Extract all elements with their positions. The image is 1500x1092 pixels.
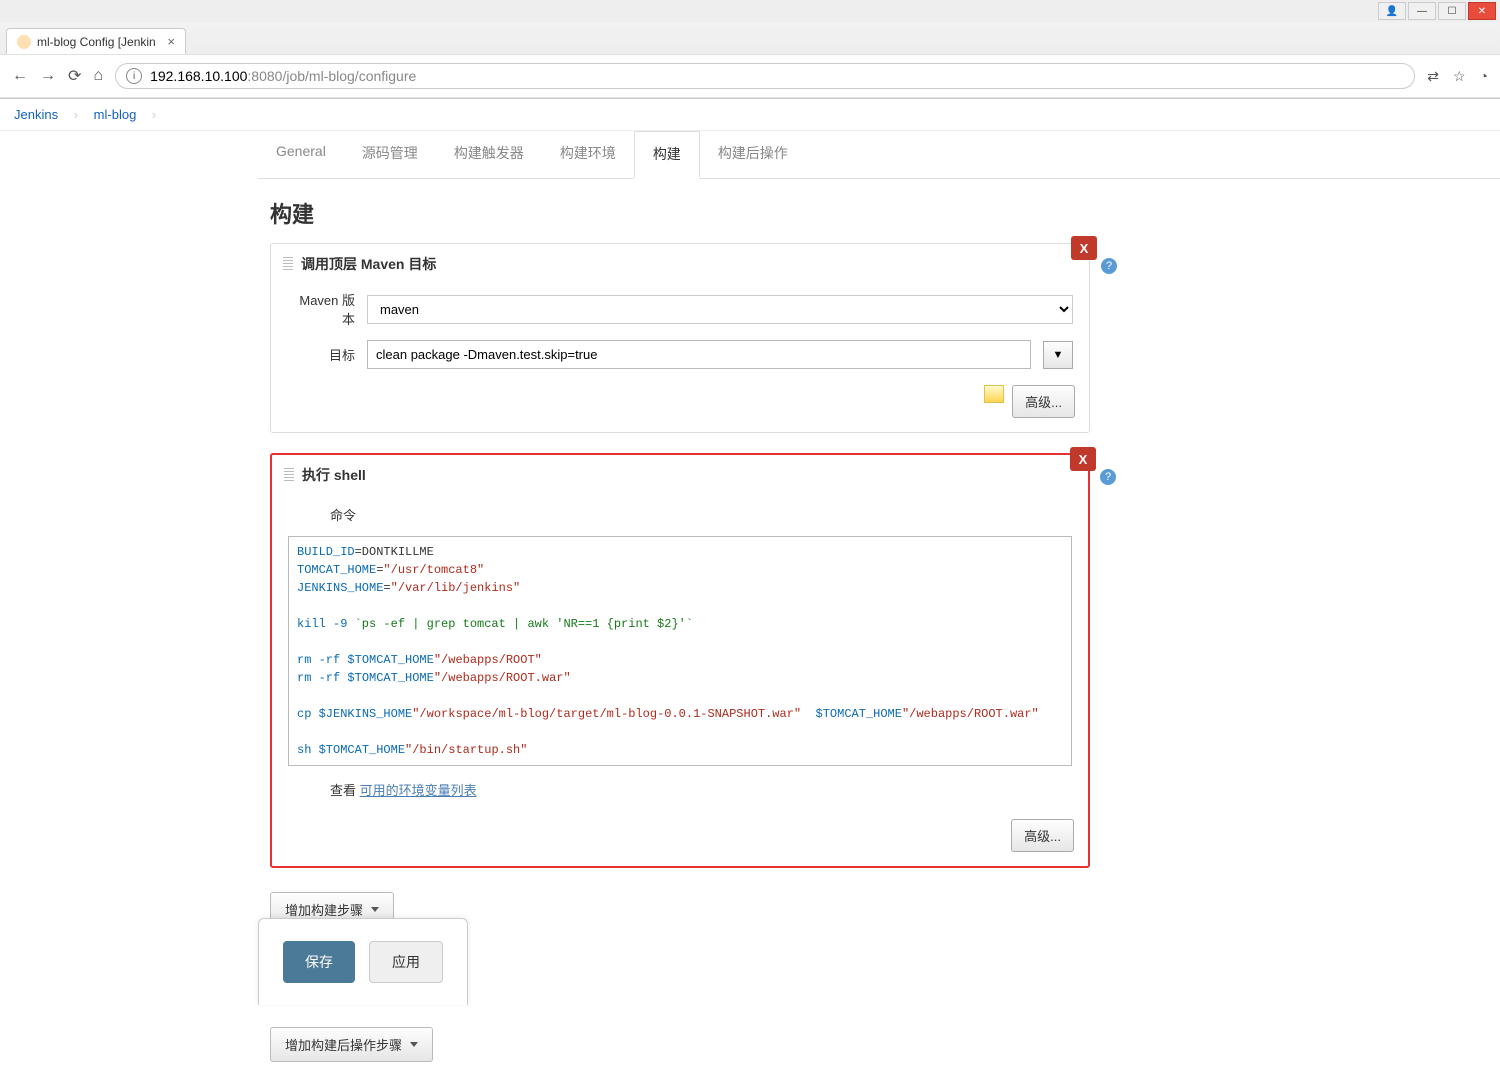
window-close-button[interactable]: ✕ — [1468, 2, 1496, 20]
jenkins-favicon-icon — [17, 35, 31, 49]
maven-version-label: Maven 版本 — [287, 290, 367, 328]
maven-goals-expand-button[interactable]: ▼ — [1043, 341, 1073, 369]
build-section-title: 构建 — [258, 179, 1500, 243]
breadcrumb-root[interactable]: Jenkins — [14, 107, 58, 122]
window-user-icon[interactable]: 👤 — [1378, 2, 1406, 20]
shell-block-title: 执行 shell — [302, 465, 366, 485]
shell-command-textarea[interactable]: BUILD_ID=DONTKILLME TOMCAT_HOME="/usr/to… — [288, 536, 1072, 766]
url-path: :8080/job/ml-blog/configure — [247, 68, 416, 84]
browser-nav-bar: ← → ⟳ ⌂ i 192.168.10.100:8080/job/ml-blo… — [0, 54, 1500, 98]
maven-block-header[interactable]: 调用顶层 Maven 目标 — [271, 244, 1089, 284]
delete-shell-step-button[interactable]: X — [1070, 447, 1096, 471]
delete-maven-step-button[interactable]: X — [1071, 236, 1097, 260]
add-post-step-button[interactable]: 增加构建后操作步骤 — [270, 1027, 433, 1062]
window-minimize-button[interactable]: — — [1408, 2, 1436, 20]
env-vars-prefix: 查看 — [330, 783, 360, 798]
browser-tab-title: ml-blog Config [Jenkin — [37, 35, 156, 49]
breadcrumb-sep-icon: › — [152, 107, 156, 122]
env-vars-link[interactable]: 可用的环境变量列表 — [360, 783, 477, 798]
browser-chrome: 👤 — ☐ ✕ ml-blog Config [Jenkin × ← → ⟳ ⌂… — [0, 0, 1500, 99]
maven-goals-input[interactable] — [367, 340, 1031, 369]
note-icon[interactable] — [984, 385, 1004, 403]
extension-icon[interactable]: ◔ — [1480, 68, 1488, 85]
bookmark-star-icon[interactable]: ☆ — [1453, 68, 1466, 85]
caret-down-icon — [371, 907, 379, 912]
maven-goals-label: 目标 — [287, 345, 367, 364]
drag-handle-icon[interactable] — [284, 468, 294, 482]
config-tabs: General 源码管理 构建触发器 构建环境 构建 构建后操作 — [258, 131, 1500, 179]
shell-command-label: 命令 — [288, 501, 368, 524]
site-info-icon[interactable]: i — [126, 68, 142, 84]
add-build-step-label: 增加构建步骤 — [285, 900, 363, 919]
translate-icon[interactable]: ⇄ — [1427, 68, 1439, 85]
sticky-footer: 保存 应用 — [258, 918, 468, 1005]
drag-handle-icon[interactable] — [283, 257, 293, 271]
apply-button[interactable]: 应用 — [369, 941, 443, 983]
maven-block-title: 调用顶层 Maven 目标 — [301, 254, 436, 274]
nav-home-icon[interactable]: ⌂ — [93, 67, 103, 85]
url-host: 192.168.10.100 — [150, 68, 247, 84]
tab-build[interactable]: 构建 — [634, 131, 700, 179]
shell-advanced-button[interactable]: 高级... — [1011, 819, 1074, 852]
tab-post[interactable]: 构建后操作 — [700, 131, 806, 178]
nav-right-icons: ⇄ ☆ ◔ — [1427, 68, 1488, 85]
breadcrumb-sep-icon: › — [74, 107, 78, 122]
left-sidebar-spacer — [0, 131, 258, 1092]
tab-scm[interactable]: 源码管理 — [344, 131, 436, 178]
maven-build-step: X ? 调用顶层 Maven 目标 Maven 版本 maven 目标 ▼ 高级… — [270, 243, 1090, 433]
nav-back-icon[interactable]: ← — [12, 67, 28, 85]
nav-reload-icon[interactable]: ⟳ — [68, 66, 81, 86]
tab-triggers[interactable]: 构建触发器 — [436, 131, 542, 178]
window-controls: 👤 — ☐ ✕ — [0, 0, 1500, 22]
shell-build-step: X ? 执行 shell 命令 BUILD_ID=DONTKILLME TOMC… — [270, 453, 1090, 868]
window-maximize-button[interactable]: ☐ — [1438, 2, 1466, 20]
tab-strip: ml-blog Config [Jenkin × — [0, 22, 1500, 54]
maven-version-select[interactable]: maven — [367, 295, 1073, 324]
env-vars-link-row: 查看 可用的环境变量列表 — [272, 776, 1088, 809]
add-post-step-label: 增加构建后操作步骤 — [285, 1035, 402, 1054]
tab-close-icon[interactable]: × — [167, 34, 175, 49]
help-icon[interactable]: ? — [1101, 258, 1117, 274]
tab-general[interactable]: General — [258, 131, 344, 178]
browser-tab[interactable]: ml-blog Config [Jenkin × — [6, 28, 186, 54]
nav-forward-icon[interactable]: → — [40, 67, 56, 85]
shell-block-header[interactable]: 执行 shell — [272, 455, 1088, 495]
breadcrumb: Jenkins › ml-blog › — [0, 99, 1500, 131]
url-bar[interactable]: i 192.168.10.100:8080/job/ml-blog/config… — [115, 63, 1415, 89]
help-icon[interactable]: ? — [1100, 469, 1116, 485]
save-button[interactable]: 保存 — [283, 941, 355, 983]
maven-advanced-button[interactable]: 高级... — [1012, 385, 1075, 418]
caret-down-icon — [410, 1042, 418, 1047]
breadcrumb-job[interactable]: ml-blog — [94, 107, 137, 122]
content-area: General 源码管理 构建触发器 构建环境 构建 构建后操作 构建 X ? … — [0, 131, 1500, 1092]
tab-env[interactable]: 构建环境 — [542, 131, 634, 178]
